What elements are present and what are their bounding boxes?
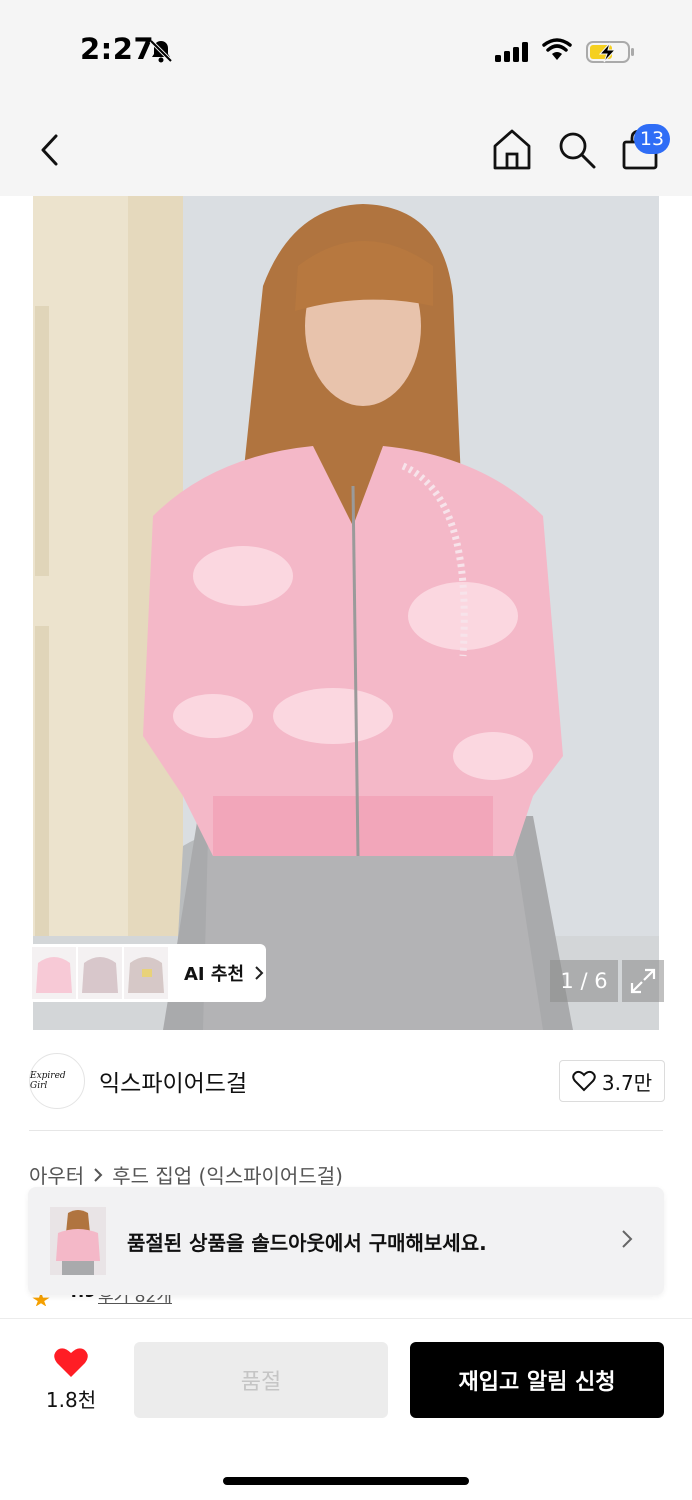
battery-charging-icon: [586, 41, 634, 63]
wishlist-button[interactable]: 1.8천: [36, 1344, 106, 1414]
ai-recommend-card[interactable]: AI 추천: [28, 944, 266, 1002]
expand-image-button[interactable]: [622, 960, 664, 1002]
brand-like-count: 3.7만: [601, 1070, 653, 1095]
status-time: 2:27: [80, 32, 155, 66]
recommend-thumbnail: [124, 947, 168, 999]
breadcrumb: 아우터 후드 집업 (익스파이어드걸): [29, 1160, 343, 1189]
bell-slash-icon: [149, 39, 173, 63]
brand-logo[interactable]: Expired Girl: [29, 1053, 85, 1109]
divider: [0, 1318, 692, 1319]
heart-filled-icon: [54, 1348, 88, 1377]
chevron-right-icon: [94, 1167, 103, 1182]
ai-recommend-label: AI 추천: [184, 964, 245, 985]
home-indicator: [223, 1477, 469, 1485]
divider: [29, 1130, 663, 1131]
breadcrumb-item-category[interactable]: 후드 집업 (익스파이어드걸): [112, 1160, 343, 1189]
heart-outline-icon: [572, 1070, 596, 1092]
image-counter: 1 / 6: [550, 960, 618, 1002]
home-button[interactable]: [490, 126, 534, 174]
expand-icon: [630, 968, 656, 994]
banner-text: 품절된 상품을 솔드아웃에서 구매해보세요.: [127, 1231, 487, 1255]
model-photo: [33, 196, 659, 1030]
cellular-signal-icon: [495, 42, 528, 62]
soldout-button: 품절: [134, 1342, 388, 1418]
brand-like-button[interactable]: 3.7만: [559, 1060, 665, 1102]
chevron-right-icon: [255, 966, 264, 980]
search-button[interactable]: [555, 128, 599, 172]
recommend-thumbnail: [32, 947, 76, 999]
brand-name[interactable]: 익스파이어드걸: [99, 1064, 247, 1098]
soldout-market-banner[interactable]: 품절된 상품을 솔드아웃에서 구매해보세요.: [28, 1187, 664, 1295]
breadcrumb-item-outer[interactable]: 아우터: [29, 1160, 84, 1189]
cart-count-badge: 13: [634, 124, 670, 154]
search-icon: [559, 132, 596, 169]
banner-thumbnail: [50, 1207, 106, 1275]
wifi-icon: [542, 38, 572, 60]
chevron-left-icon: [41, 134, 58, 166]
restock-alert-button[interactable]: 재입고 알림 신청: [410, 1342, 664, 1418]
back-button[interactable]: [30, 128, 70, 172]
home-icon: [493, 129, 531, 170]
chevron-right-icon: [622, 1230, 633, 1248]
recommend-thumbnail: [78, 947, 122, 999]
product-image[interactable]: [33, 196, 659, 1030]
wishlist-count: 1.8천: [45, 1388, 97, 1412]
